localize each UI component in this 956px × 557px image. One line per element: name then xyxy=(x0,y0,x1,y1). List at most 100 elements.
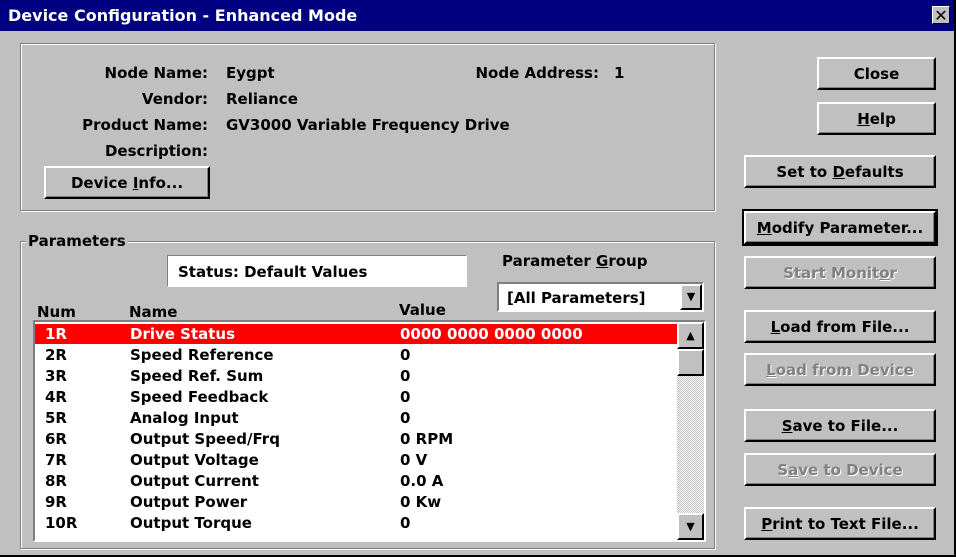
product-name-label: Product Name: xyxy=(82,116,208,134)
modify-parameter-button[interactable]: Modify Parameter... xyxy=(742,209,938,246)
scroll-down-icon[interactable]: ▼ xyxy=(677,513,704,540)
btn-text-u: o xyxy=(879,263,890,282)
start-monitor-button[interactable]: Start Monitor xyxy=(744,256,936,289)
load-file-label: Load from File... xyxy=(771,318,910,336)
row-num: 6R xyxy=(45,430,67,448)
row-value: 0 V xyxy=(400,451,428,469)
row-name: Output Power xyxy=(130,493,248,511)
table-row[interactable]: 7R Output Voltage 0 V xyxy=(35,450,677,470)
btn-text-u: D xyxy=(832,162,845,181)
table-row[interactable]: 10R Output Torque 0 xyxy=(35,513,677,533)
save-file-label: Save to File... xyxy=(782,417,899,435)
help-label: Help xyxy=(857,110,896,128)
table-row[interactable]: 9R Output Power 0 Kw xyxy=(35,492,677,512)
save-device-label: Save to Device xyxy=(777,461,902,479)
row-value: 0 xyxy=(400,514,411,532)
status-box: Status: Default Values xyxy=(167,255,467,287)
row-value: 0000 0000 0000 0000 xyxy=(400,325,583,343)
title-bar[interactable]: Device Configuration - Enhanced Mode ✕ xyxy=(0,0,954,31)
btn-text: Close xyxy=(853,64,900,83)
row-value: 0 xyxy=(400,367,411,385)
window-title: Device Configuration - Enhanced Mode xyxy=(8,6,358,25)
close-label: Close xyxy=(854,65,900,83)
modify-label: Modify Parameter... xyxy=(757,219,923,237)
parameter-group-value: [All Parameters] xyxy=(507,289,646,307)
start-monitor-label: Start Monitor xyxy=(783,264,897,282)
btn-text-post: rint to Text File... xyxy=(772,514,919,533)
row-num: 10R xyxy=(45,514,78,532)
table-row[interactable]: 4R Speed Feedback 0 xyxy=(35,387,677,407)
row-num: 5R xyxy=(45,409,67,427)
btn-text-post: oad from Device xyxy=(775,360,914,379)
row-value: 0 Kw xyxy=(400,493,442,511)
node-name-label: Node Name: xyxy=(104,64,208,82)
vendor-label: Vendor: xyxy=(141,90,208,108)
print-label: Print to Text File... xyxy=(761,515,919,533)
save-to-device-button[interactable]: Save to Device xyxy=(744,453,936,486)
node-address-value: 1 xyxy=(614,64,625,82)
btn-text-post: r xyxy=(889,263,897,282)
row-name: Drive Status xyxy=(130,325,236,343)
device-info-text-a: Device xyxy=(70,173,133,192)
btn-text-u: P xyxy=(761,514,773,533)
table-row[interactable]: 3R Speed Ref. Sum 0 xyxy=(35,366,677,386)
print-to-text-file-button[interactable]: Print to Text File... xyxy=(744,507,936,540)
save-to-file-button[interactable]: Save to File... xyxy=(744,409,936,442)
parameter-group-select[interactable]: [All Parameters] ▼ xyxy=(497,282,704,312)
pg-text-b: G xyxy=(596,252,609,270)
product-name-value: GV3000 Variable Frequency Drive xyxy=(226,116,510,134)
row-num: 4R xyxy=(45,388,67,406)
parameter-group-label: Parameter Group xyxy=(502,252,647,270)
status-text: Status: Default Values xyxy=(178,263,368,281)
btn-text-post: efaults xyxy=(844,162,904,181)
column-header-num: Num xyxy=(37,303,76,321)
row-num: 1R xyxy=(45,325,67,343)
btn-text-u: M xyxy=(756,218,772,237)
pg-text-a: Parameter xyxy=(502,252,596,270)
row-name: Analog Input xyxy=(130,409,239,427)
chevron-down-icon[interactable]: ▼ xyxy=(680,284,702,310)
load-from-device-button[interactable]: Load from Device xyxy=(744,353,936,386)
btn-text-post: ve to Device xyxy=(798,460,903,479)
btn-text-post: oad from File... xyxy=(780,317,910,336)
table-row[interactable]: 5R Analog Input 0 xyxy=(35,408,677,428)
vendor-value: Reliance xyxy=(226,90,298,108)
table-row[interactable]: 2R Speed Reference 0 xyxy=(35,345,677,365)
btn-text-post: elp xyxy=(869,109,896,128)
btn-text-u: L xyxy=(766,360,776,379)
row-num: 2R xyxy=(45,346,67,364)
close-icon[interactable]: ✕ xyxy=(932,6,950,25)
set-to-defaults-button[interactable]: Set to Defaults xyxy=(744,155,936,188)
table-row[interactable]: 8R Output Current 0.0 A xyxy=(35,471,677,491)
row-name: Speed Reference xyxy=(130,346,274,364)
row-name: Output Voltage xyxy=(130,451,259,469)
row-name: Speed Feedback xyxy=(130,388,269,406)
parameter-list[interactable]: 1R Drive Status 0000 0000 0000 0000 2R Spee… xyxy=(33,320,706,542)
vertical-scrollbar[interactable]: ▲ ▼ xyxy=(677,322,704,540)
table-row[interactable]: 6R Output Speed/Frq 0 RPM xyxy=(35,429,677,449)
description-label: Description: xyxy=(104,142,208,160)
btn-text: Start Monit xyxy=(783,263,880,282)
close-button[interactable]: Close xyxy=(817,57,936,90)
node-address-label: Node Address: xyxy=(475,64,599,82)
row-value: 0.0 A xyxy=(400,472,444,490)
node-name-value: Eygpt xyxy=(226,64,275,82)
row-value: 0 xyxy=(400,388,411,406)
device-info-button[interactable]: Device Info... xyxy=(44,166,210,199)
row-name: Output Torque xyxy=(130,514,252,532)
btn-text-u: L xyxy=(770,317,781,336)
load-from-file-button[interactable]: Load from File... xyxy=(744,310,936,343)
device-configuration-window: Device Configuration - Enhanced Mode ✕ N… xyxy=(0,0,956,557)
scroll-thumb[interactable] xyxy=(677,349,704,376)
column-header-name: Name xyxy=(129,303,178,321)
help-button[interactable]: Help xyxy=(817,102,936,135)
btn-text: S xyxy=(777,460,789,479)
row-num: 7R xyxy=(45,451,67,469)
row-value: 0 xyxy=(400,409,411,427)
row-num: 8R xyxy=(45,472,67,490)
scroll-up-icon[interactable]: ▲ xyxy=(677,322,704,349)
table-row[interactable]: 1R Drive Status 0000 0000 0000 0000 xyxy=(35,324,677,344)
parameters-group-label: Parameters xyxy=(26,232,128,250)
device-info-text-c: nfo... xyxy=(138,173,184,192)
btn-text-u: S xyxy=(781,416,793,435)
